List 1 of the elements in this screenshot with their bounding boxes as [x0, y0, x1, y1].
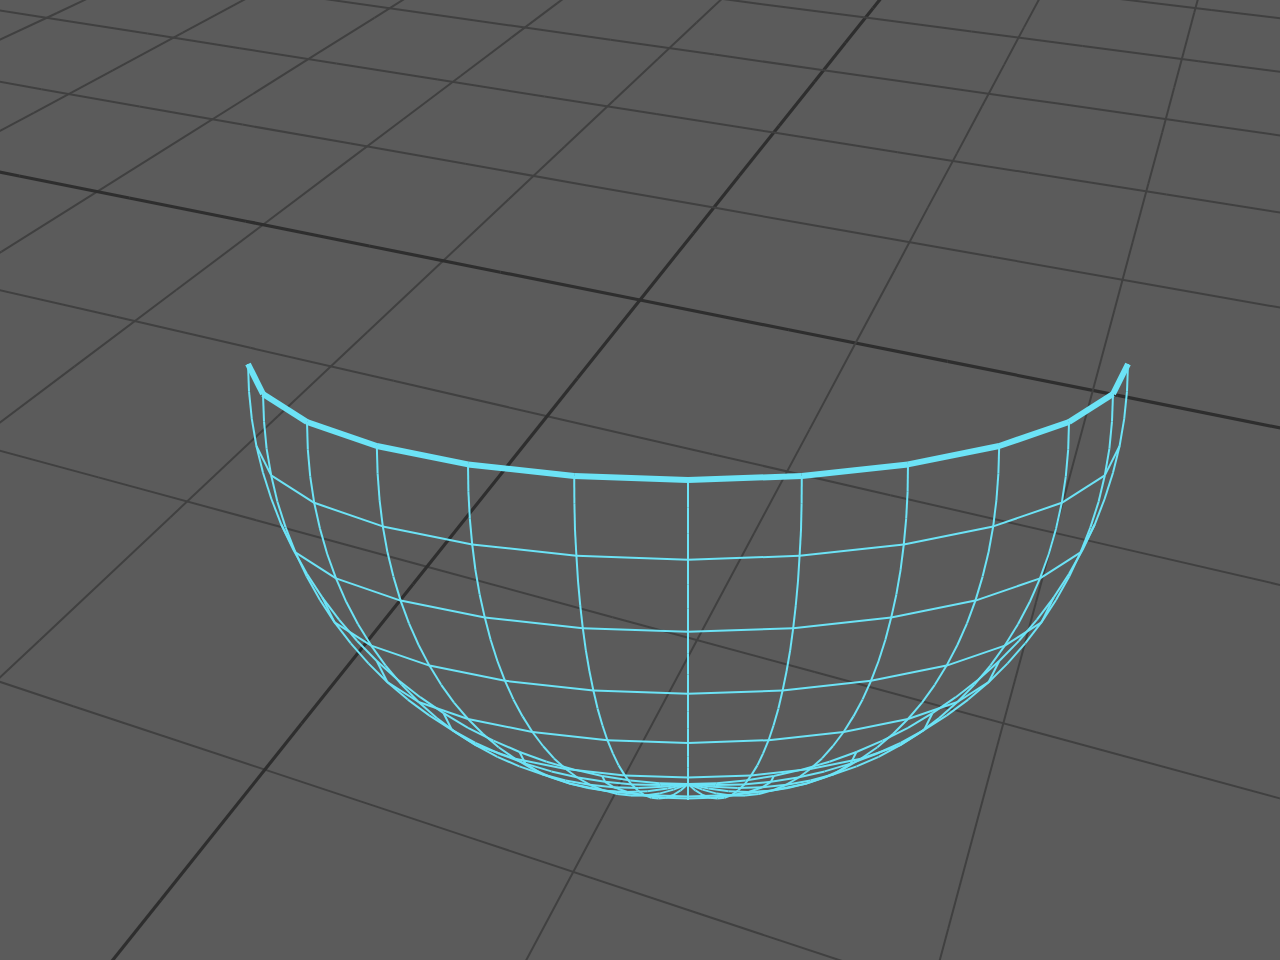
viewport-canvas[interactable]: [0, 0, 1280, 960]
